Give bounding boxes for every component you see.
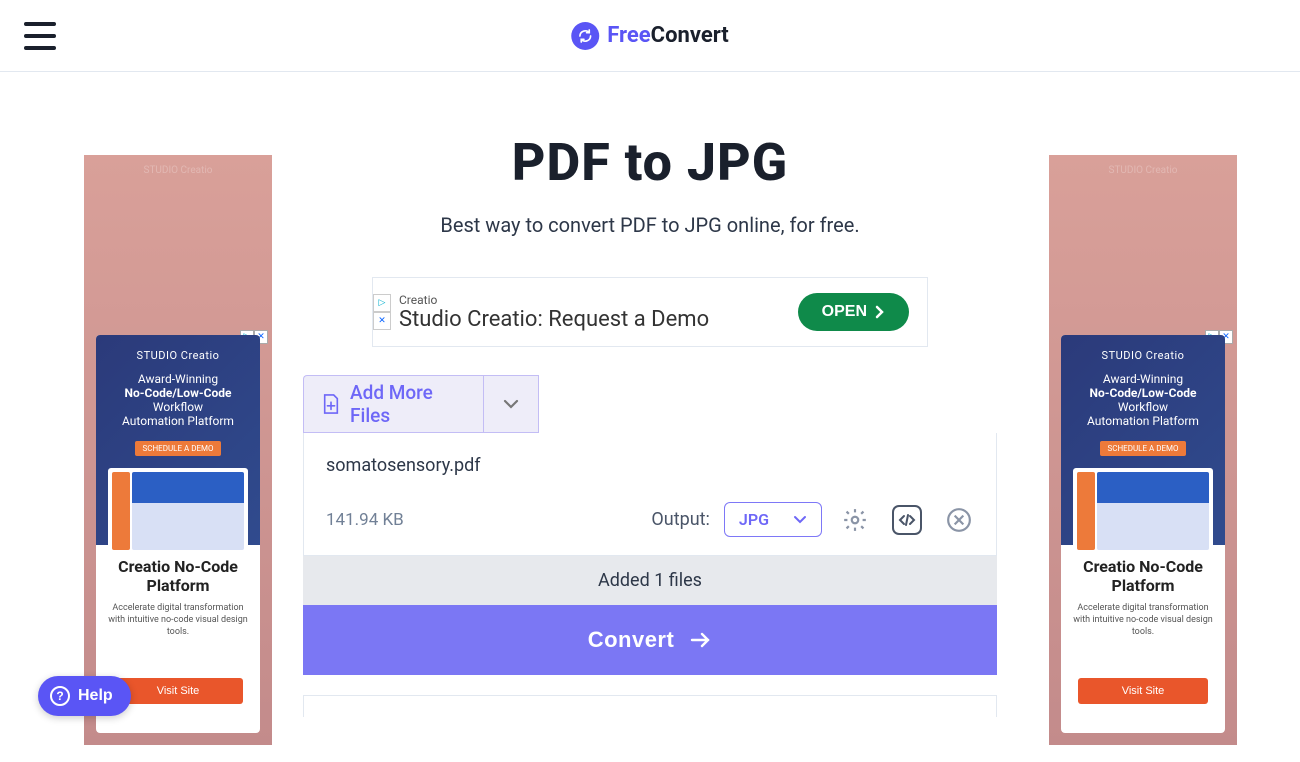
header: FreeConvert — [0, 0, 1300, 72]
settings-button[interactable] — [840, 505, 870, 535]
ad-title: Studio Creatio: Request a Demo — [399, 307, 798, 332]
add-files-dropdown-button[interactable] — [483, 375, 539, 433]
status-bar: Added 1 files — [303, 556, 997, 605]
output-format-select[interactable]: JPG — [724, 502, 822, 537]
embed-code-button[interactable] — [892, 505, 922, 535]
arrow-right-icon — [690, 631, 712, 649]
page-title: PDF to JPG — [512, 132, 788, 193]
file-plus-icon — [322, 392, 340, 416]
chevron-right-icon — [875, 305, 885, 319]
ad-brand: STUDIO Creatio — [1073, 349, 1213, 362]
close-circle-icon — [946, 507, 972, 533]
file-size: 141.94 KB — [326, 510, 651, 530]
hamburger-menu-icon[interactable] — [24, 22, 56, 50]
ad-marker-icon[interactable]: ▷✕ — [373, 294, 391, 330]
convert-button[interactable]: Convert — [303, 605, 997, 675]
right-sidebar-ad[interactable]: STUDIO Creatio ▷✕ STUDIO Creatio Award-W… — [1049, 155, 1237, 745]
ad-brand: STUDIO Creatio — [108, 349, 248, 362]
file-name: somatosensory.pdf — [326, 455, 974, 476]
next-panel — [303, 695, 997, 717]
ad-visit-button[interactable]: Visit Site — [1078, 678, 1208, 704]
remove-file-button[interactable] — [944, 505, 974, 535]
chevron-down-icon — [502, 398, 520, 410]
chevron-down-icon — [793, 515, 807, 525]
ad-open-button[interactable]: OPEN — [798, 293, 909, 331]
ad-heading: Creatio No-Code Platform — [1071, 557, 1215, 595]
logo-text: FreeConvert — [607, 23, 729, 48]
ad-brand: Creatio — [399, 293, 798, 307]
add-more-files-button[interactable]: Add More Files — [303, 375, 483, 433]
logo-icon — [571, 22, 599, 50]
gear-icon — [842, 507, 868, 533]
ad-visit-button[interactable]: Visit Site — [113, 678, 243, 704]
help-button[interactable]: ? Help — [38, 676, 131, 716]
help-icon: ? — [50, 686, 70, 706]
output-label: Output: — [651, 509, 709, 530]
logo[interactable]: FreeConvert — [571, 22, 729, 50]
ad-paragraph: Accelerate digital transformation with i… — [106, 603, 250, 638]
code-icon — [898, 513, 916, 527]
ad-paragraph: Accelerate digital transformation with i… — [1071, 603, 1215, 638]
ad-heading: Creatio No-Code Platform — [106, 557, 250, 595]
file-row: somatosensory.pdf 141.94 KB Output: JPG — [303, 433, 997, 556]
left-sidebar-ad[interactable]: STUDIO Creatio ▷✕ STUDIO Creatio Award-W… — [84, 155, 272, 745]
converter-box: Add More Files somatosensory.pdf 141.94 … — [303, 375, 997, 717]
top-banner-ad[interactable]: ▷✕ Creatio Studio Creatio: Request a Dem… — [372, 277, 928, 347]
page-subtitle: Best way to convert PDF to JPG online, f… — [440, 213, 859, 237]
